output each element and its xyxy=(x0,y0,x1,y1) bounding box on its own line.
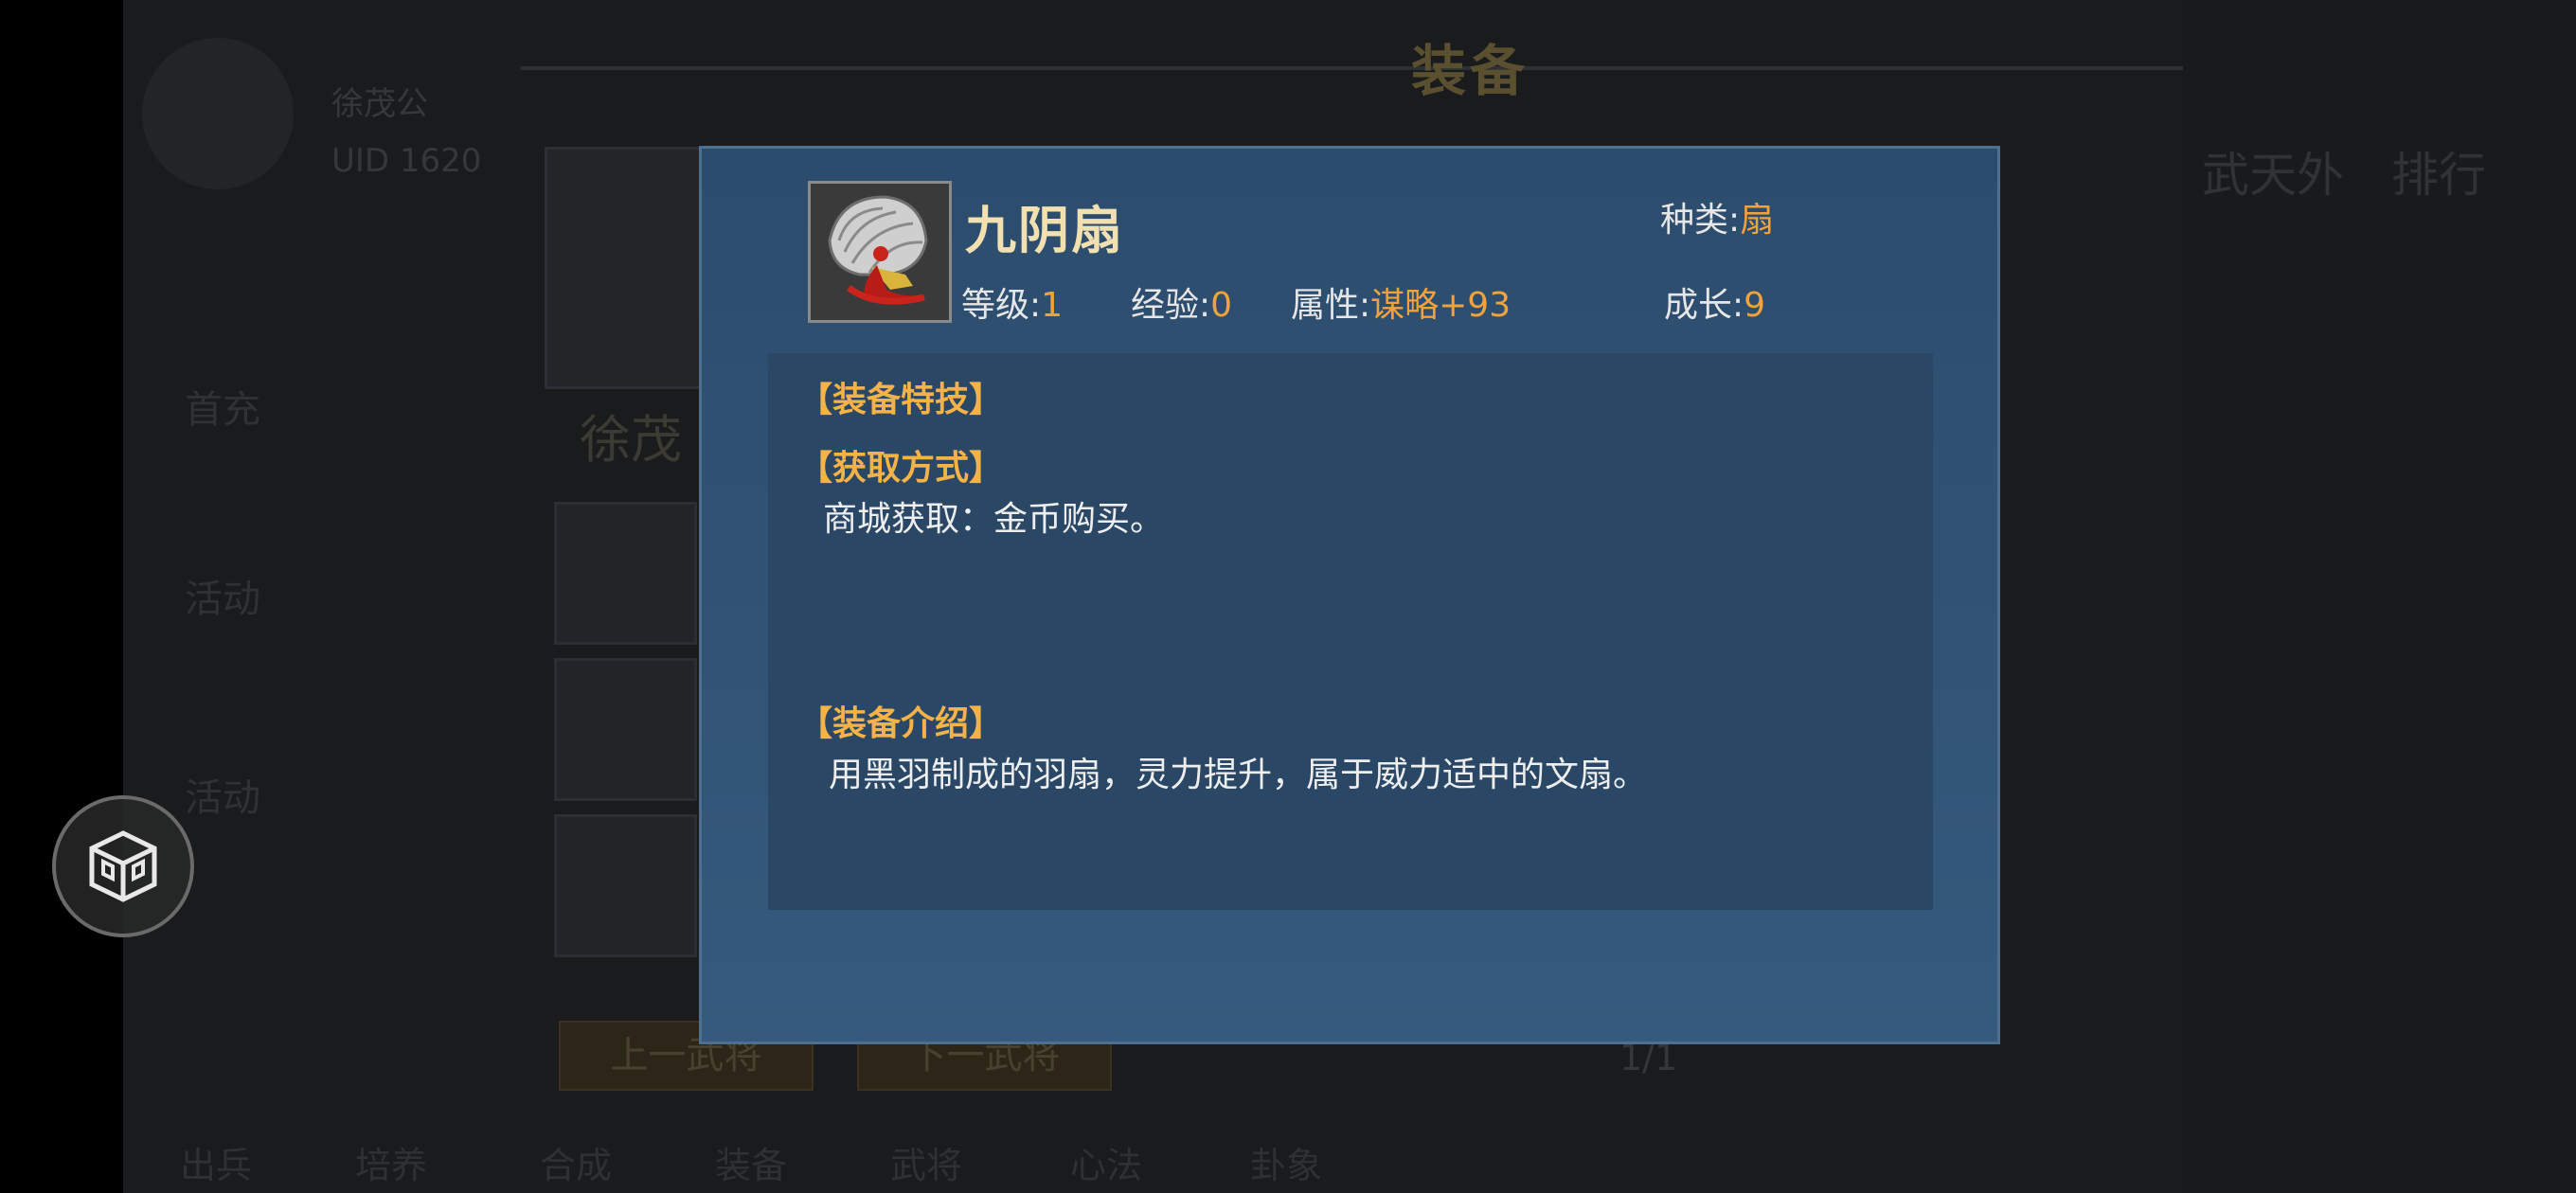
attr-value: 谋略+93 xyxy=(1370,286,1512,325)
bottom-tab[interactable]: 卦象 xyxy=(1250,1136,1322,1188)
item-growth: 成长:9 xyxy=(1664,277,1765,327)
intro-text: 用黑羽制成的羽扇，灵力提升，属于威力适中的文扇。 xyxy=(829,756,1648,794)
attr-label: 属性: xyxy=(1291,286,1371,325)
game-screen: 装备 ✕ 徐茂公 UID 1620 首充 活动 活动 徐茂 上一武将 下一武将 … xyxy=(0,0,2576,1193)
bottom-tab[interactable]: 装备 xyxy=(715,1136,787,1188)
fan-icon xyxy=(811,184,949,320)
player-name: 徐茂公 xyxy=(331,85,428,123)
right-tab[interactable]: 武天外 xyxy=(2202,137,2344,205)
item-exp: 经验:0 xyxy=(1131,277,1232,327)
player-avatar[interactable] xyxy=(142,38,294,189)
bottom-tab[interactable]: 心法 xyxy=(1070,1136,1142,1188)
item-name: 九阴扇 xyxy=(965,201,1124,260)
bottom-tab[interactable]: 合成 xyxy=(540,1136,612,1188)
assistive-menu-icon xyxy=(89,830,157,902)
type-value: 扇 xyxy=(1740,201,1775,240)
level-label: 等级: xyxy=(961,286,1042,325)
side-menu-item[interactable]: 首充 xyxy=(170,379,275,464)
bottom-tab[interactable]: 出兵 xyxy=(180,1136,252,1188)
growth-label: 成长: xyxy=(1664,286,1744,325)
obtain-section-title: 【获取方式】 xyxy=(798,449,1004,488)
item-detail-dialog: 九阴扇 种类:扇 等级:1 经验:0 属性:谋略+93 成长:9 【装备特技】 … xyxy=(699,146,2000,1044)
level-value: 1 xyxy=(1041,286,1064,325)
exp-label: 经验: xyxy=(1131,286,1211,325)
side-menu-item[interactable]: 活动 xyxy=(170,568,275,653)
exp-value: 0 xyxy=(1210,286,1233,325)
item-icon-frame xyxy=(808,181,952,323)
equipment-slot[interactable] xyxy=(554,814,697,957)
bottom-tab[interactable]: 武将 xyxy=(890,1136,962,1188)
right-panel: 武天外 排行 xyxy=(2183,0,2576,1193)
equipment-slot[interactable] xyxy=(554,658,697,801)
screen-title: 装备 xyxy=(1411,39,1530,103)
hero-name: 徐茂 xyxy=(580,410,682,470)
skill-section-title: 【装备特技】 xyxy=(798,381,1004,419)
type-label: 种类: xyxy=(1660,201,1741,240)
bottom-tab[interactable]: 培养 xyxy=(355,1136,427,1188)
item-level: 等级:1 xyxy=(961,277,1063,327)
hero-portrait xyxy=(545,147,707,389)
assistive-menu-button[interactable] xyxy=(52,795,194,937)
player-uid: UID 1620 xyxy=(331,142,482,180)
right-tab[interactable]: 排行 xyxy=(2391,137,2486,205)
intro-section-title: 【装备介绍】 xyxy=(798,704,1004,743)
item-attribute: 属性:谋略+93 xyxy=(1291,277,1511,327)
item-description-box: 【装备特技】 【获取方式】 商城获取：金币购买。 【装备介绍】 用黑羽制成的羽扇… xyxy=(768,353,1933,910)
obtain-text: 商城获取：金币购买。 xyxy=(823,500,1165,539)
item-type: 种类:扇 xyxy=(1660,192,1774,241)
equipment-slot[interactable] xyxy=(554,502,697,645)
growth-value: 9 xyxy=(1744,286,1766,325)
